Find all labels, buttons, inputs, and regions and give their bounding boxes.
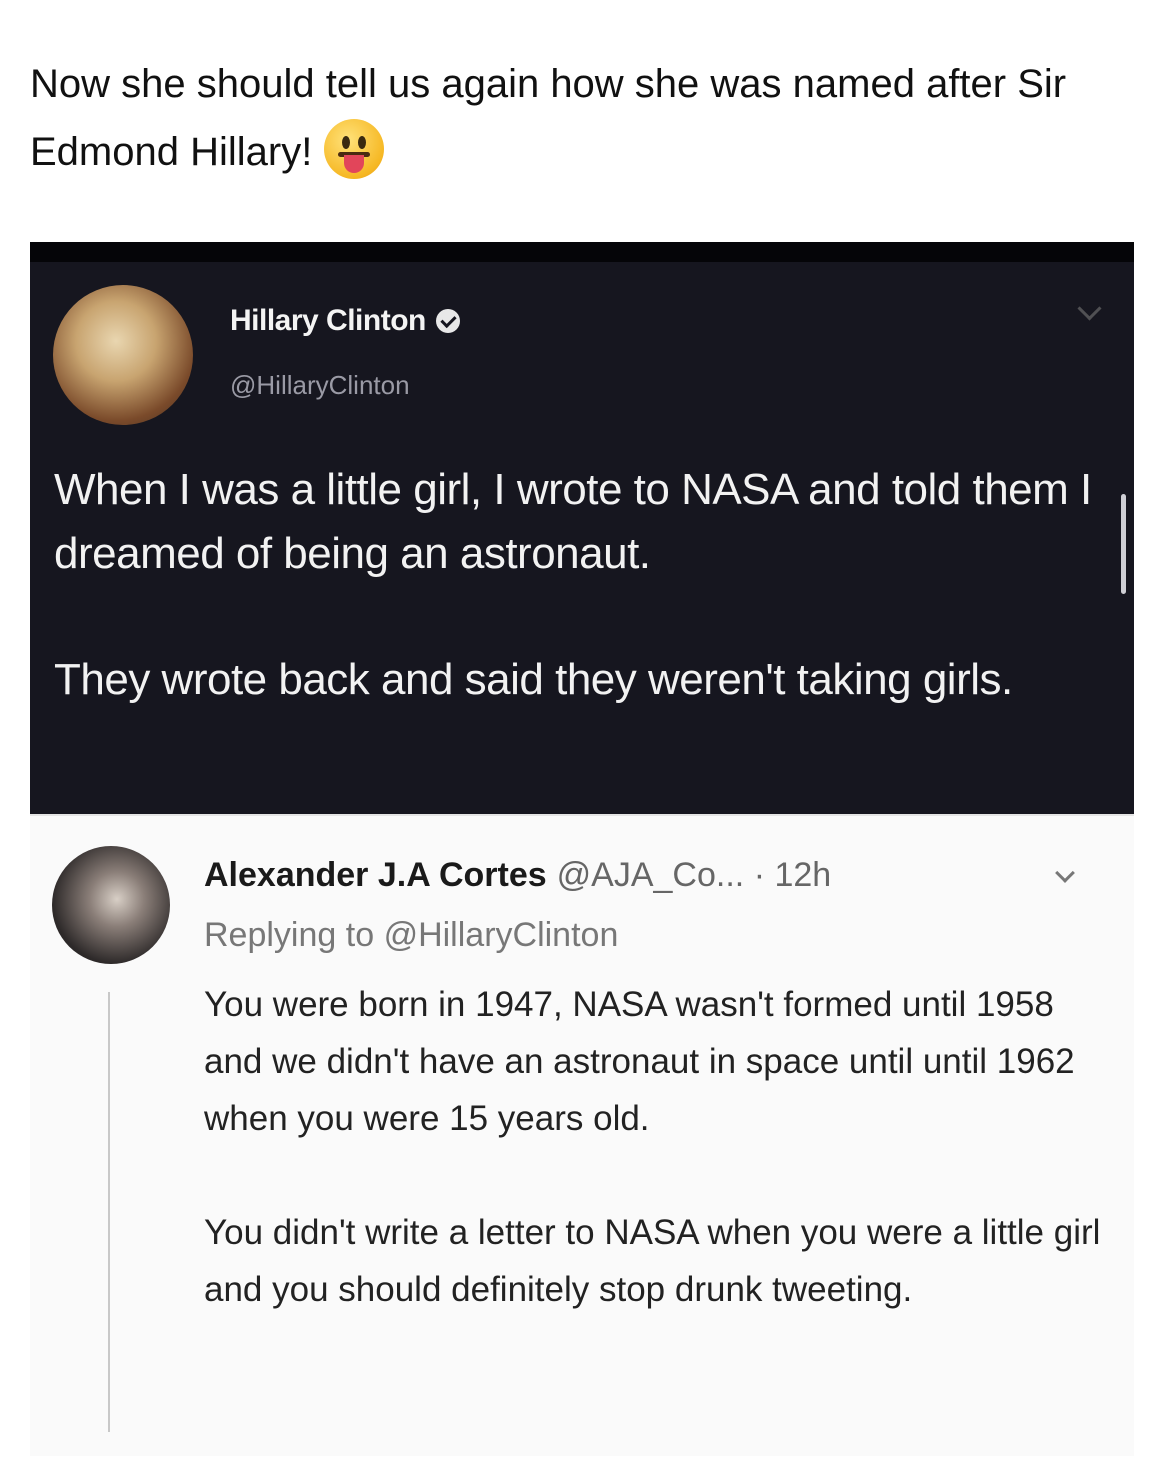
tweet-handle[interactable]: @HillaryClinton xyxy=(230,370,410,401)
reply-time[interactable]: 12h xyxy=(774,856,831,894)
tweet-paragraph: They wrote back and said they weren't ta… xyxy=(54,655,1013,704)
separator-dot: · xyxy=(753,856,766,894)
reply-body: You were born in 1947, NASA wasn't forme… xyxy=(204,976,1104,1375)
face-with-tongue-emoji-icon xyxy=(324,119,385,179)
replying-prefix: Replying to xyxy=(204,916,375,954)
post-caption: Now she should tell us again how she was… xyxy=(30,50,1150,186)
scrollbar[interactable] xyxy=(1121,494,1126,594)
reply-header: Alexander J.A Cortes @AJA_Co... · 12h xyxy=(204,856,831,895)
verified-badge-icon xyxy=(435,309,460,333)
original-tweet-card: Hillary Clinton @HillaryClinton When I w… xyxy=(30,242,1134,814)
replying-mention-link[interactable]: @HillaryClinton xyxy=(384,916,619,954)
reply-tweet-card: Alexander J.A Cortes @AJA_Co... · 12h Rep… xyxy=(30,814,1134,1456)
reply-paragraph: You didn't write a letter to NASA when y… xyxy=(204,1213,1101,1309)
caption-text: Now she should tell us again how she was… xyxy=(30,62,1067,174)
reply-handle[interactable]: @AJA_Co... xyxy=(557,856,745,894)
reply-paragraph: You were born in 1947, NASA wasn't forme… xyxy=(204,985,1075,1138)
tweet-author[interactable]: Hillary Clinton xyxy=(230,304,460,338)
reply-author-name[interactable]: Alexander J.A Cortes xyxy=(204,856,547,894)
thread-line xyxy=(108,992,110,1432)
tweet-author-name[interactable]: Hillary Clinton xyxy=(230,304,426,337)
avatar[interactable] xyxy=(52,846,170,964)
tweet-paragraph: When I was a little girl, I wrote to NAS… xyxy=(54,465,1092,578)
chevron-down-icon[interactable] xyxy=(1077,296,1102,321)
replying-to: Replying to @HillaryClinton xyxy=(204,916,618,955)
avatar[interactable] xyxy=(53,285,193,425)
chevron-down-icon[interactable] xyxy=(1055,863,1075,883)
tweet-body: When I was a little girl, I wrote to NAS… xyxy=(54,458,1094,774)
